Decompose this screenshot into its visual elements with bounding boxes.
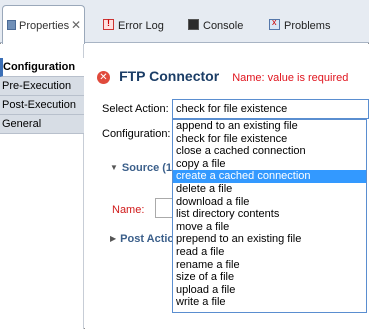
tab-properties-label: Properties: [19, 20, 70, 32]
error-icon: ✕: [97, 71, 110, 84]
option-prepend[interactable]: prepend to an existing file: [173, 233, 366, 246]
tab-console-label: Console: [203, 20, 244, 32]
view-tab-bar: Properties ✕ Error Log Console Problems: [0, 0, 369, 44]
option-create-cached[interactable]: create a cached connection: [173, 170, 366, 183]
option-copy[interactable]: copy a file: [173, 158, 366, 171]
console-icon: [188, 19, 199, 30]
page-header: ✕ FTP Connector Name: value is required: [97, 68, 348, 84]
nav-item-post-execution[interactable]: Post-Execution: [0, 96, 84, 115]
option-write[interactable]: write a file: [173, 296, 366, 309]
nav-item-configuration[interactable]: Configuration: [0, 58, 84, 77]
option-move[interactable]: move a file: [173, 221, 366, 234]
post-action-section-toggle[interactable]: ▶ Post Action: [110, 233, 181, 245]
option-check-existence[interactable]: check for file existence: [173, 133, 366, 146]
name-label: Name:: [112, 204, 145, 216]
option-upload[interactable]: upload a file: [173, 284, 366, 297]
problems-icon: [269, 17, 280, 30]
option-close-cached[interactable]: close a cached connection: [173, 145, 366, 158]
tab-error-log-label: Error Log: [118, 20, 164, 32]
tab-problems-label: Problems: [284, 20, 331, 32]
expand-down-icon: ▼: [110, 163, 118, 172]
tab-error-log[interactable]: Error Log: [103, 18, 164, 32]
nav-item-general[interactable]: General: [0, 115, 84, 134]
option-list-directory[interactable]: list directory contents: [173, 208, 366, 221]
source-section-label: Source (1 f: [121, 162, 179, 174]
left-nav: Configuration Pre-Execution Post-Executi…: [0, 44, 84, 329]
properties-icon: [7, 20, 16, 30]
action-options-list[interactable]: append to an existing file check for fil…: [172, 119, 367, 313]
option-download[interactable]: download a file: [173, 196, 366, 209]
option-rename[interactable]: rename a file: [173, 259, 366, 272]
configuration-label: Configuration:: [102, 128, 171, 140]
nav-item-pre-execution[interactable]: Pre-Execution: [0, 77, 84, 96]
option-append[interactable]: append to an existing file: [173, 120, 366, 133]
select-action-dropdown[interactable]: check for file existence: [172, 99, 369, 119]
error-log-icon: [103, 18, 114, 30]
option-delete[interactable]: delete a file: [173, 183, 366, 196]
tab-console[interactable]: Console: [188, 19, 243, 32]
source-section-toggle[interactable]: ▼ Source (1 f: [110, 162, 179, 174]
page-title: FTP Connector: [119, 68, 220, 84]
validation-error: Name: value is required: [232, 72, 349, 84]
expand-right-icon: ▶: [110, 234, 117, 243]
tab-problems[interactable]: Problems: [269, 17, 331, 32]
option-read[interactable]: read a file: [173, 246, 366, 259]
option-size[interactable]: size of a file: [173, 271, 366, 284]
select-action-label: Select Action:: [102, 103, 169, 115]
tab-properties[interactable]: Properties ✕: [2, 5, 85, 44]
close-icon[interactable]: ✕: [71, 18, 81, 32]
